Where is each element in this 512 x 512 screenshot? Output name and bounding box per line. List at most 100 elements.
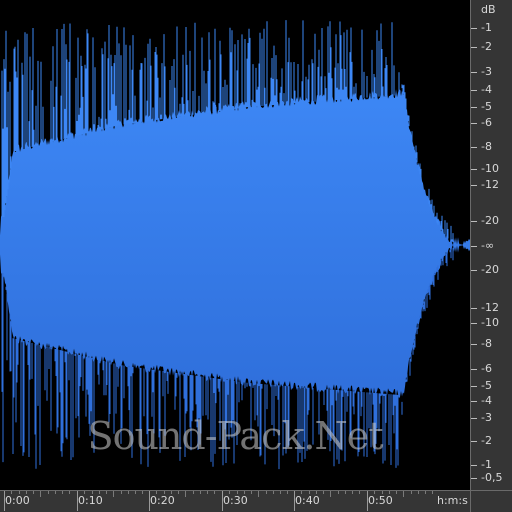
time-minor-tick (207, 491, 208, 494)
time-minor-tick (330, 491, 331, 497)
db-tick (471, 221, 477, 222)
db-tick-label: -12 (481, 178, 499, 191)
time-minor-tick (185, 491, 186, 497)
db-tick-label: -10 (481, 162, 499, 175)
waveform-canvas[interactable]: Sound-Pack.Net (0, 0, 470, 490)
db-tick (471, 386, 477, 387)
db-tick (471, 478, 477, 479)
time-minor-tick (69, 491, 70, 494)
time-minor-tick (135, 491, 136, 494)
db-tick-label: -1 (481, 21, 492, 34)
db-tick (471, 90, 477, 91)
time-minor-tick (171, 491, 172, 494)
db-tick-label: -∞ (481, 239, 495, 252)
time-minor-tick (84, 491, 85, 494)
time-minor-tick (323, 491, 324, 494)
db-tick-label: -5 (481, 100, 492, 113)
db-tick-label: -6 (481, 116, 492, 129)
time-minor-tick (40, 491, 41, 497)
time-minor-tick (389, 491, 390, 494)
db-tick (471, 147, 477, 148)
db-tick (471, 308, 477, 309)
time-minor-tick (309, 491, 310, 494)
db-tick-label: -20 (481, 214, 499, 227)
time-tick-label: 0:00 (5, 494, 30, 507)
db-unit-label: dB (481, 3, 496, 16)
db-tick (471, 270, 477, 271)
db-tick (471, 344, 477, 345)
time-tick-label: 0:40 (295, 494, 320, 507)
time-minor-tick (99, 491, 100, 494)
time-tick-label: 0:30 (223, 494, 248, 507)
time-minor-tick (382, 491, 383, 494)
time-minor-tick (142, 491, 143, 494)
time-minor-tick (214, 491, 215, 494)
time-minor-tick (403, 491, 404, 497)
time-minor-tick (128, 491, 129, 494)
time-unit-label: h:m:s (437, 494, 468, 507)
db-tick (471, 28, 477, 29)
db-tick (471, 465, 477, 466)
db-tick-label: -8 (481, 337, 492, 350)
time-minor-tick (425, 491, 426, 494)
time-minor-tick (359, 491, 360, 494)
decibel-ruler[interactable]: dB -1 -2 -3 -4 -5 -6 -8 -10 -12 -20 -∞ -20 -12 -10 -8 -… (470, 0, 512, 490)
audio-editor: Sound-Pack.Net dB -1 -2 -3 -4 -5 -6 -8 -10 -12 -2… (0, 0, 512, 512)
time-minor-tick (92, 491, 93, 494)
time-minor-tick (316, 491, 317, 494)
db-tick-label: -8 (481, 140, 492, 153)
time-minor-tick (121, 491, 122, 494)
time-minor-tick (33, 491, 34, 494)
db-tick (471, 369, 477, 370)
time-minor-tick (280, 491, 281, 494)
time-minor-tick (200, 491, 201, 494)
time-unit-corner: h:m:s (437, 490, 512, 512)
time-minor-tick (164, 491, 165, 494)
time-tick-label: 0:50 (368, 494, 393, 507)
db-tick (471, 47, 477, 48)
db-tick-label: -10 (481, 316, 499, 329)
db-tick-label: -1 (481, 458, 492, 471)
db-tick-label: -2 (481, 434, 492, 447)
time-minor-tick (396, 491, 397, 494)
time-minor-tick (411, 491, 412, 494)
time-tick-label: 0:10 (78, 494, 103, 507)
time-minor-tick (266, 491, 267, 494)
time-minor-tick (11, 491, 12, 494)
time-tick-label: 0:20 (150, 494, 175, 507)
db-tick (471, 72, 477, 73)
time-minor-tick (301, 491, 302, 494)
time-minor-tick (193, 491, 194, 494)
db-tick (471, 323, 477, 324)
time-minor-tick (251, 491, 252, 494)
time-minor-tick (418, 491, 419, 494)
waveform-svg (0, 20, 470, 470)
time-minor-tick (26, 491, 27, 494)
time-minor-tick (62, 491, 63, 494)
time-minor-tick (273, 491, 274, 494)
db-tick-label: -2 (481, 40, 492, 53)
time-minor-tick (345, 491, 346, 494)
time-minor-tick (113, 491, 114, 497)
db-tick-label: -20 (481, 263, 499, 276)
time-ruler[interactable]: 0:00 0:10 0:20 0:30 0:40 0:50 (0, 490, 470, 512)
db-tick-label: -3 (481, 411, 492, 424)
time-minor-tick (178, 491, 179, 494)
db-tick (471, 441, 477, 442)
time-minor-tick (237, 491, 238, 494)
db-tick (471, 107, 477, 108)
db-tick (471, 401, 477, 402)
db-tick (471, 185, 477, 186)
time-minor-tick (338, 491, 339, 494)
db-tick (471, 418, 477, 419)
time-minor-tick (374, 491, 375, 494)
db-tick-label: -12 (481, 301, 499, 314)
time-minor-tick (432, 491, 433, 494)
db-tick (471, 169, 477, 170)
db-tick (471, 246, 477, 247)
db-tick-label: -4 (481, 83, 492, 96)
db-tick-label: -0,5 (481, 471, 503, 484)
time-minor-tick (106, 491, 107, 494)
time-minor-tick (287, 491, 288, 494)
time-minor-tick (48, 491, 49, 494)
